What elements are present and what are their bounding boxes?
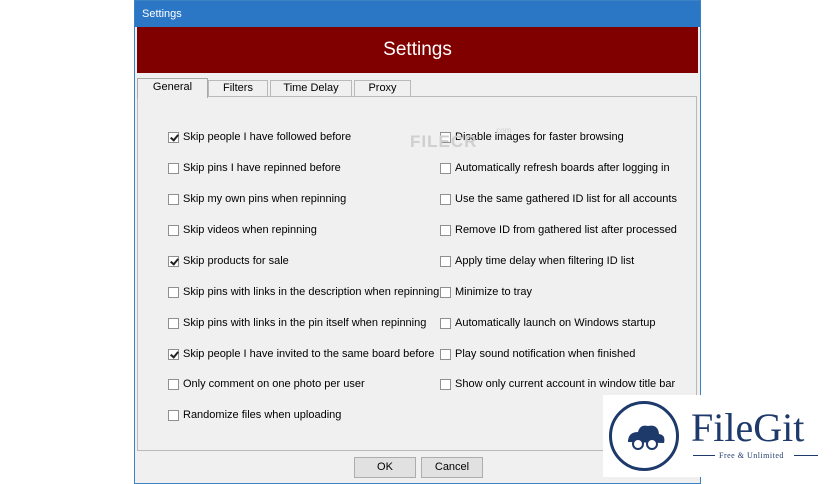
checkbox[interactable]	[168, 286, 179, 298]
ok-button[interactable]: OK	[354, 457, 416, 478]
option-launch-startup[interactable]: Automatically launch on Windows startup	[440, 316, 656, 330]
option-label: Skip pins with links in the pin itself w…	[183, 317, 427, 329]
checkbox[interactable]	[440, 286, 451, 298]
option-label: Skip pins with links in the description …	[183, 286, 440, 298]
option-label: Skip people I have invited to the same b…	[183, 348, 435, 360]
filecr-text: FILECR	[410, 132, 478, 151]
tab-proxy[interactable]: Proxy	[354, 80, 411, 96]
option-label: Play sound notification when finished	[455, 348, 636, 360]
filegit-watermark: FileGit Free & Unlimited	[603, 395, 828, 477]
option-label: Show only current account in window titl…	[455, 378, 676, 390]
checkbox[interactable]	[440, 348, 451, 360]
window-titlebar: Settings	[135, 1, 700, 27]
option-skip-videos[interactable]: Skip videos when repinning	[168, 223, 317, 237]
option-one-comment[interactable]: Only comment on one photo per user	[168, 377, 365, 391]
option-same-id-list[interactable]: Use the same gathered ID list for all ac…	[440, 192, 677, 206]
option-skip-followed[interactable]: Skip people I have followed before	[168, 130, 351, 144]
option-label: Only comment on one photo per user	[183, 378, 365, 390]
option-randomize-files[interactable]: Randomize files when uploading	[168, 408, 341, 422]
option-label: Skip pins I have repinned before	[183, 162, 341, 174]
option-remove-id[interactable]: Remove ID from gathered list after proce…	[440, 223, 677, 237]
filecr-watermark: FILECR .com	[410, 126, 511, 152]
checkbox[interactable]	[168, 224, 179, 236]
option-skip-links-description[interactable]: Skip pins with links in the description …	[168, 285, 439, 299]
checkbox[interactable]	[168, 193, 179, 205]
settings-header: Settings	[137, 27, 698, 73]
checkbox[interactable]	[440, 193, 451, 205]
filegit-tagline: Free & Unlimited	[719, 451, 784, 460]
option-skip-repinned[interactable]: Skip pins I have repinned before	[168, 161, 341, 175]
checkbox[interactable]	[168, 162, 179, 174]
tab-filters[interactable]: Filters	[208, 80, 268, 96]
option-label: Skip products for sale	[183, 255, 289, 267]
filegit-rule	[794, 455, 818, 456]
option-label: Automatically refresh boards after loggi…	[455, 162, 670, 174]
checkbox[interactable]	[440, 317, 451, 329]
option-label: Skip videos when repinning	[183, 224, 317, 236]
option-auto-refresh[interactable]: Automatically refresh boards after loggi…	[440, 161, 670, 175]
checkbox[interactable]	[440, 224, 451, 236]
checkbox[interactable]	[168, 348, 179, 360]
cancel-button[interactable]: Cancel	[421, 457, 483, 478]
option-label: Minimize to tray	[455, 286, 533, 298]
filegit-title: FileGit	[691, 405, 805, 450]
checkbox[interactable]	[440, 255, 451, 267]
tab-time-delay[interactable]: Time Delay	[270, 80, 352, 96]
option-skip-products[interactable]: Skip products for sale	[168, 254, 289, 268]
option-label: Skip people I have followed before	[183, 131, 352, 143]
option-label: Remove ID from gathered list after proce…	[455, 224, 677, 236]
checkbox[interactable]	[168, 378, 179, 390]
option-current-account-title[interactable]: Show only current account in window titl…	[440, 377, 675, 391]
option-label: Disable images for faster browsing	[455, 131, 624, 143]
checkbox[interactable]	[440, 162, 451, 174]
option-label: Apply time delay when filtering ID list	[455, 255, 635, 267]
checkbox[interactable]	[168, 131, 179, 143]
option-skip-own-pins[interactable]: Skip my own pins when repinning	[168, 192, 346, 206]
option-play-sound[interactable]: Play sound notification when finished	[440, 347, 635, 361]
option-label: Skip my own pins when repinning	[183, 193, 347, 205]
filecr-suffix: .com	[494, 126, 512, 135]
checkbox[interactable]	[168, 255, 179, 267]
option-skip-invited[interactable]: Skip people I have invited to the same b…	[168, 347, 434, 361]
filegit-logo-icon	[609, 401, 679, 471]
checkbox[interactable]	[168, 409, 179, 421]
tab-general[interactable]: General	[137, 78, 208, 98]
option-label: Automatically launch on Windows startup	[455, 317, 656, 329]
checkbox[interactable]	[440, 378, 451, 390]
option-skip-links-pin[interactable]: Skip pins with links in the pin itself w…	[168, 316, 426, 330]
option-label: Randomize files when uploading	[183, 409, 342, 421]
option-minimize-tray[interactable]: Minimize to tray	[440, 285, 532, 299]
option-apply-delay[interactable]: Apply time delay when filtering ID list	[440, 254, 634, 268]
option-label: Use the same gathered ID list for all ac…	[455, 193, 677, 205]
checkbox[interactable]	[168, 317, 179, 329]
filegit-rule	[693, 455, 715, 456]
